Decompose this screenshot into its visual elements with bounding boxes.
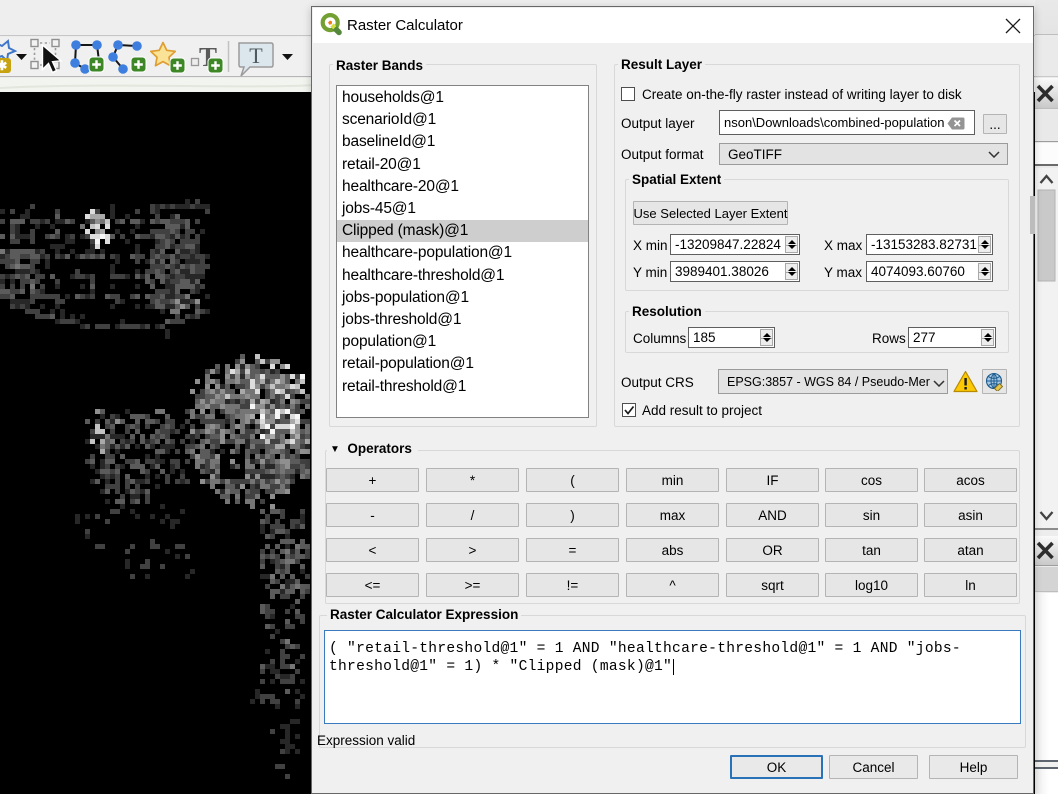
svg-text:T: T (249, 43, 263, 68)
svg-text:✱: ✱ (0, 58, 8, 73)
